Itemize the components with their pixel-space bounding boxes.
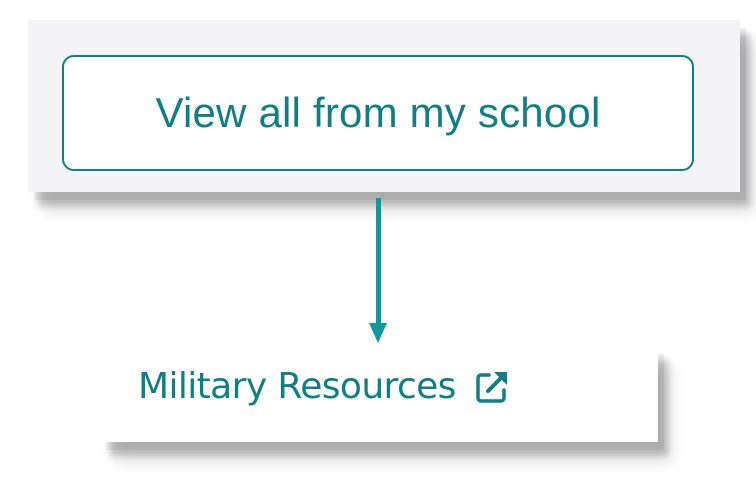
connector-arrow-head-icon [369, 323, 387, 343]
top-card: View all from my school [28, 20, 740, 192]
military-resources-label: Military Resources [138, 366, 456, 407]
view-all-from-my-school-button[interactable]: View all from my school [62, 55, 694, 171]
bottom-card: Military Resources [100, 346, 658, 442]
military-resources-link[interactable]: Military Resources [138, 366, 510, 407]
external-link-icon [474, 369, 510, 405]
connector-arrow-line [376, 198, 381, 328]
view-all-button-label: View all from my school [155, 89, 601, 136]
